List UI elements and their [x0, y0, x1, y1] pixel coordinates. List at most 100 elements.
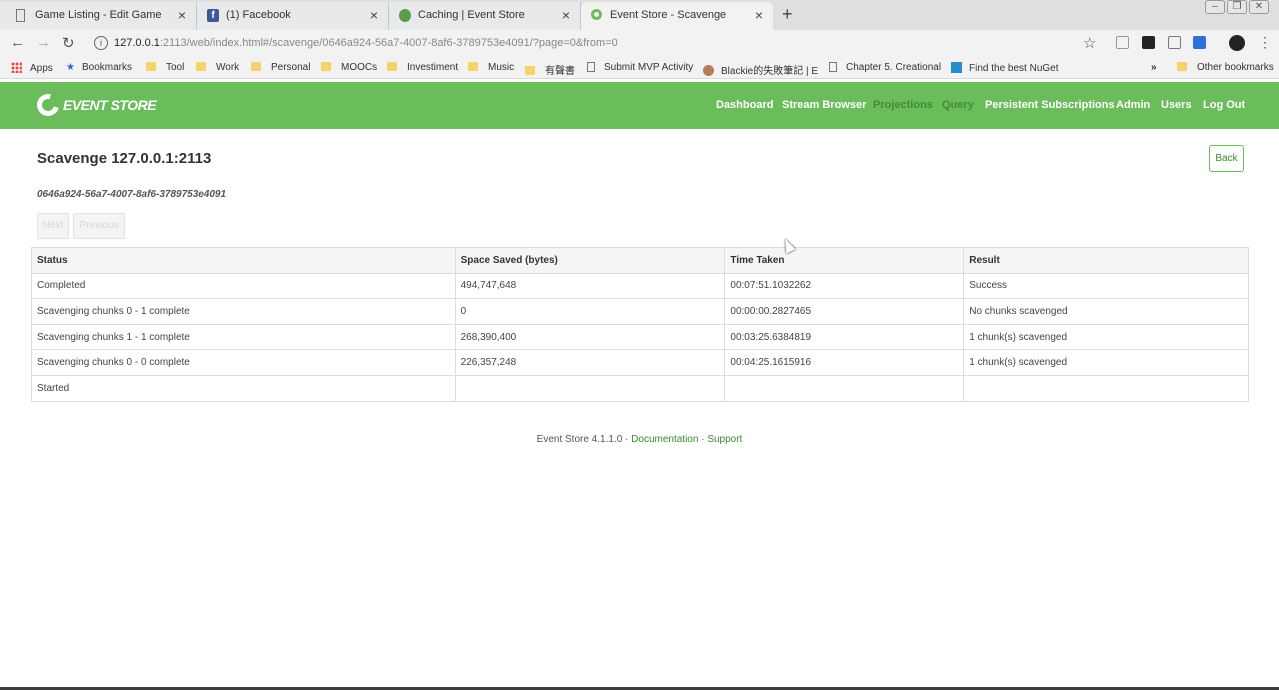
tab-game-listing[interactable]: Game Listing - Edit Game ×	[0, 2, 197, 30]
column-header-status: Status	[31, 247, 456, 274]
page-footer: Event Store 4.1.1.0 · Documentation · Su…	[0, 434, 1279, 445]
folder-icon	[196, 62, 206, 71]
extension-icon[interactable]	[1168, 36, 1181, 49]
back-button[interactable]: Back	[1209, 145, 1244, 172]
bookmark-chapter5[interactable]: Chapter 5. Creational	[829, 62, 941, 73]
bookmark-audiobooks[interactable]: 有聲書	[525, 62, 575, 77]
app-navbar: EVENT STORE Dashboard Stream Browser Pro…	[0, 82, 1279, 129]
column-header-result: Result	[963, 247, 1249, 274]
close-icon[interactable]: ×	[755, 7, 763, 23]
table-row: Completed 494,747,648 00:07:51.1032262 S…	[31, 272, 1249, 300]
bookmark-bookmarks[interactable]: ★ Bookmarks	[66, 62, 132, 73]
tab-facebook[interactable]: f (1) Facebook ×	[197, 2, 389, 30]
documentation-link[interactable]: Documentation	[631, 434, 698, 445]
cell-space-saved: 268,390,400	[454, 323, 726, 351]
bookmark-blackie[interactable]: Blackie的失敗筆記 | E	[703, 62, 818, 77]
bookmark-apps[interactable]: Apps	[11, 62, 53, 74]
bookmark-mvp[interactable]: Submit MVP Activity	[587, 62, 693, 73]
cell-result: Success	[963, 272, 1249, 300]
bookmark-music[interactable]: Music	[468, 62, 514, 73]
profile-avatar[interactable]	[1229, 35, 1245, 51]
nav-query[interactable]: Query	[942, 99, 974, 111]
star-icon: ★	[66, 62, 75, 73]
bookmark-nuget[interactable]: Find the best NuGet	[951, 62, 1059, 74]
tab-caching[interactable]: Caching | Event Store ×	[389, 2, 581, 30]
nav-persistent-subscriptions[interactable]: Persistent Subscriptions	[985, 99, 1115, 111]
column-header-space-saved: Space Saved (bytes)	[454, 247, 726, 274]
bookmark-other[interactable]: Other bookmarks	[1177, 62, 1274, 73]
tab-scavenge[interactable]: Event Store - Scavenge ×	[581, 2, 773, 30]
address-bar[interactable]: 127.0.0.1:2113/web/index.html#/scavenge/…	[114, 37, 618, 49]
extension-icon[interactable]	[1116, 36, 1129, 49]
page-icon	[16, 9, 25, 22]
nuget-icon	[951, 62, 962, 73]
facebook-icon: f	[207, 9, 219, 22]
browser-tabstrip: Game Listing - Edit Game × f (1) Faceboo…	[0, 0, 1279, 30]
cell-time-taken: 00:04:25.1615916	[724, 349, 965, 376]
cell-status: Scavenging chunks 0 - 1 complete	[31, 298, 456, 325]
logo-icon	[32, 89, 64, 121]
cell-status: Scavenging chunks 0 - 0 complete	[31, 349, 456, 376]
bookmark-star-icon[interactable]: ☆	[1083, 34, 1096, 52]
bookmark-investiment[interactable]: Investiment	[387, 62, 458, 73]
table-row: Started	[31, 374, 1249, 402]
folder-icon	[525, 66, 535, 75]
page-icon	[587, 62, 595, 72]
bookmarks-bar: Apps ★ Bookmarks Tool Work Personal MOOCs…	[0, 57, 1279, 79]
close-window-icon[interactable]: ✕	[1249, 0, 1269, 14]
cell-space-saved: 226,357,248	[454, 349, 726, 376]
restore-icon[interactable]: ❐	[1227, 0, 1247, 14]
cell-time-taken: 00:03:25.6384819	[724, 323, 965, 351]
cell-time-taken	[724, 374, 965, 402]
avatar-icon	[703, 65, 714, 76]
menu-dots-icon[interactable]: ⋮	[1258, 34, 1272, 51]
nav-stream-browser[interactable]: Stream Browser	[782, 99, 866, 111]
minimize-icon[interactable]: –	[1205, 0, 1225, 14]
extension-icon[interactable]	[1142, 36, 1155, 49]
browser-toolbar: ← → ↻ i 127.0.0.1:2113/web/index.html#/s…	[0, 30, 1279, 57]
previous-button[interactable]: Previous	[73, 213, 125, 239]
close-icon[interactable]: ×	[370, 7, 378, 23]
window-controls: – ❐ ✕	[1203, 0, 1269, 14]
page-title: Scavenge 127.0.0.1:2113	[37, 150, 212, 167]
cell-time-taken: 00:07:51.1032262	[724, 272, 965, 300]
cell-result	[963, 374, 1249, 402]
close-icon[interactable]: ×	[562, 7, 570, 23]
new-tab-icon[interactable]: +	[782, 4, 793, 25]
back-arrow-icon[interactable]: ←	[10, 34, 25, 51]
cell-space-saved: 0	[454, 298, 726, 325]
bookmark-personal[interactable]: Personal	[251, 62, 310, 73]
cell-result: 1 chunk(s) scavenged	[963, 349, 1249, 376]
nav-log-out[interactable]: Log Out	[1203, 99, 1245, 111]
nav-admin[interactable]: Admin	[1116, 99, 1150, 111]
forward-arrow-icon[interactable]: →	[36, 34, 51, 51]
close-icon[interactable]: ×	[178, 7, 186, 23]
cell-time-taken: 00:00:00.2827465	[724, 298, 965, 325]
bookmark-moocs[interactable]: MOOCs	[321, 62, 377, 73]
folder-icon	[387, 62, 397, 71]
scavenge-id: 0646a924-56a7-4007-8af6-3789753e4091	[37, 189, 227, 200]
nav-projections[interactable]: Projections	[873, 99, 933, 111]
folder-icon	[146, 62, 156, 71]
nav-dashboard[interactable]: Dashboard	[716, 99, 773, 111]
next-button[interactable]: Next	[37, 213, 69, 239]
bookmarks-overflow[interactable]: »	[1151, 62, 1157, 73]
extension-icon[interactable]	[1193, 36, 1206, 49]
folder-icon	[251, 62, 261, 71]
cell-result: 1 chunk(s) scavenged	[963, 323, 1249, 351]
folder-icon	[321, 62, 331, 71]
cell-status: Scavenging chunks 1 - 1 complete	[31, 323, 456, 351]
cell-space-saved	[454, 374, 726, 402]
info-icon[interactable]: i	[94, 36, 108, 50]
page-icon	[829, 62, 837, 72]
reload-icon[interactable]: ↻	[62, 34, 75, 52]
eventstore-icon	[591, 9, 602, 20]
table-header-row: Status Space Saved (bytes) Time Taken Re…	[31, 247, 1249, 274]
footer-separator: ·	[698, 434, 708, 445]
cell-result: No chunks scavenged	[963, 298, 1249, 325]
support-link[interactable]: Support	[707, 434, 742, 445]
bookmark-work[interactable]: Work	[196, 62, 239, 73]
bookmark-tool[interactable]: Tool	[146, 62, 184, 73]
eventstore-logo[interactable]: EVENT STORE	[32, 89, 157, 121]
nav-users[interactable]: Users	[1161, 99, 1192, 111]
